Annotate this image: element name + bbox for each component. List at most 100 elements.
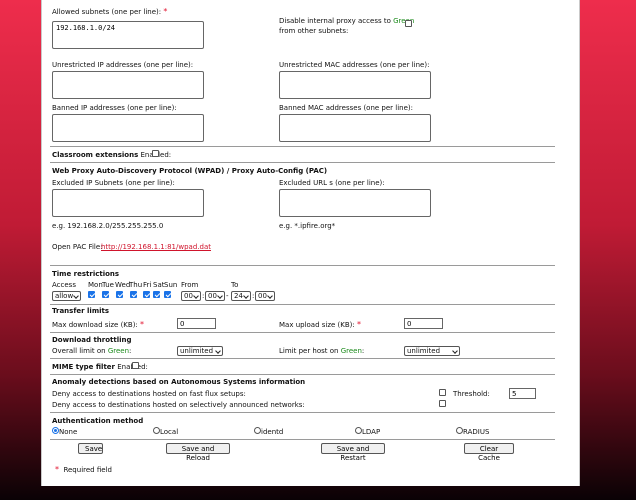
- transfer-limits-title: Transfer limits: [52, 307, 110, 315]
- excluded-subnets-textarea[interactable]: [52, 189, 204, 217]
- from-minute-select[interactable]: 00: [205, 291, 225, 301]
- unrestricted-mac-label: Unrestricted MAC addresses (one per line…: [279, 61, 430, 69]
- auth-method-title: Authentication method: [52, 417, 144, 425]
- max-download-input[interactable]: [177, 318, 216, 329]
- clear-cache-button[interactable]: Clear Cache: [464, 443, 514, 462]
- day-label-wed: Wed: [115, 281, 131, 289]
- day-checkbox-thu[interactable]: [130, 291, 137, 298]
- day-checkbox-sun[interactable]: [164, 291, 171, 298]
- unrestricted-ip-textarea[interactable]: [52, 71, 204, 99]
- overall-limit-label: Overall limit on Green:: [52, 347, 132, 355]
- divider: [50, 146, 555, 147]
- day-checkbox-tue[interactable]: [102, 291, 109, 298]
- save-and-restart-button[interactable]: Save and Restart: [321, 443, 385, 462]
- day-label-sat: Sat: [153, 281, 165, 289]
- to-minute-select[interactable]: 00: [255, 291, 275, 301]
- time-restrictions-title: Time restrictions: [52, 270, 120, 278]
- auth-radio-identd[interactable]: [254, 427, 261, 434]
- threshold-label: Threshold:: [453, 390, 490, 398]
- max-download-label: Max download size (KB): *: [52, 320, 145, 329]
- settings-panel: Allowed subnets (one per line): * 192.16…: [41, 0, 580, 486]
- day-checkbox-wed[interactable]: [116, 291, 123, 298]
- anomaly-detection-title: Anomaly detections based on Autonomous S…: [52, 378, 306, 386]
- access-label: Access: [52, 281, 76, 289]
- pac-file-link[interactable]: http://192.168.1.1:81/wpad.dat: [101, 243, 211, 251]
- banned-mac-label: Banned MAC addresses (one per line):: [279, 104, 413, 112]
- banned-ip-label: Banned IP addresses (one per line):: [52, 104, 177, 112]
- wpad-section-title: Web Proxy Auto-Discovery Protocol (WPAD)…: [52, 167, 328, 175]
- overall-limit-select[interactable]: unlimited: [177, 346, 223, 356]
- day-checkbox-mon[interactable]: [88, 291, 95, 298]
- chevron-down-icon: [267, 293, 273, 299]
- access-select[interactable]: allow: [52, 291, 81, 301]
- url-example-text: e.g. *.ipfire.org*: [279, 222, 336, 230]
- allowed-subnets-label: Allowed subnets (one per line): *: [52, 7, 168, 16]
- day-checkbox-sat[interactable]: [153, 291, 160, 298]
- auth-radio-local[interactable]: [153, 427, 160, 434]
- save-and-reload-button[interactable]: Save and Reload: [166, 443, 230, 462]
- subnet-example-text: e.g. 192.168.2.0/255.255.255.0: [52, 222, 164, 230]
- time-separator: :: [252, 292, 255, 300]
- mime-enabled-checkbox[interactable]: [132, 362, 139, 369]
- divider: [50, 439, 555, 440]
- chevron-down-icon: [73, 293, 79, 299]
- per-host-limit-select[interactable]: unlimited: [404, 346, 460, 356]
- required-field-note: * Required field: [55, 465, 112, 474]
- disable-internal-proxy-label-2: from other subnets:: [279, 27, 349, 35]
- to-hour-select[interactable]: 24: [231, 291, 251, 301]
- unrestricted-mac-textarea[interactable]: [279, 71, 431, 99]
- banned-mac-textarea[interactable]: [279, 114, 431, 142]
- max-upload-input[interactable]: [404, 318, 443, 329]
- auth-label-ldap: LDAP: [362, 428, 381, 436]
- divider: [50, 162, 555, 163]
- download-throttling-title: Download throttling: [52, 336, 132, 344]
- chevron-down-icon: [193, 293, 199, 299]
- auth-radio-radius[interactable]: [456, 427, 463, 434]
- unrestricted-ip-label: Unrestricted IP addresses (one per line)…: [52, 61, 194, 69]
- excluded-urls-label: Excluded URL s (one per line):: [279, 179, 385, 187]
- disable-internal-proxy-checkbox[interactable]: [405, 20, 412, 27]
- time-range-dash: -: [226, 292, 229, 300]
- auth-label-local: Local: [160, 428, 179, 436]
- auth-label-identd: identd: [261, 428, 284, 436]
- chevron-down-icon: [452, 348, 458, 354]
- divider: [50, 332, 555, 333]
- time-separator: :: [202, 292, 205, 300]
- banned-ip-textarea[interactable]: [52, 114, 204, 142]
- divider: [50, 358, 555, 359]
- day-label-fri: Fri: [143, 281, 152, 289]
- day-checkbox-fri[interactable]: [143, 291, 150, 298]
- from-label: From: [181, 281, 199, 289]
- day-label-mon: Mon: [88, 281, 103, 289]
- disable-internal-proxy-label: Disable internal proxy access to Green: [279, 17, 415, 25]
- threshold-input[interactable]: [509, 388, 536, 399]
- divider: [50, 265, 555, 266]
- max-upload-label: Max upload size (KB): *: [279, 320, 362, 329]
- auth-radio-none[interactable]: [52, 427, 59, 434]
- day-label-tue: Tue: [102, 281, 114, 289]
- chevron-down-icon: [243, 293, 249, 299]
- per-host-limit-label: Limit per host on Green:: [279, 347, 365, 355]
- fast-flux-checkbox[interactable]: [439, 389, 446, 396]
- divider: [50, 374, 555, 375]
- day-label-sun: Sun: [164, 281, 178, 289]
- save-button[interactable]: Save: [78, 443, 103, 454]
- excluded-subnets-label: Excluded IP Subnets (one per line):: [52, 179, 175, 187]
- day-label-thu: Thu: [129, 281, 143, 289]
- allowed-subnets-textarea[interactable]: 192.168.1.0/24: [52, 21, 204, 49]
- divider: [50, 304, 555, 305]
- selective-announce-label: Deny access to destinations hosted on se…: [52, 401, 305, 409]
- classroom-enabled-checkbox[interactable]: [152, 150, 159, 157]
- auth-label-none: None: [59, 428, 78, 436]
- from-hour-select[interactable]: 00: [181, 291, 201, 301]
- excluded-urls-textarea[interactable]: [279, 189, 431, 217]
- divider: [50, 412, 555, 413]
- chevron-down-icon: [217, 293, 223, 299]
- auth-radio-ldap[interactable]: [355, 427, 362, 434]
- pac-file-label: Open PAC File:: [52, 243, 103, 251]
- to-label: To: [231, 281, 239, 289]
- chevron-down-icon: [215, 348, 221, 354]
- fast-flux-label: Deny access to destinations hosted on fa…: [52, 390, 246, 398]
- auth-label-radius: RADIUS: [463, 428, 490, 436]
- selective-announce-checkbox[interactable]: [439, 400, 446, 407]
